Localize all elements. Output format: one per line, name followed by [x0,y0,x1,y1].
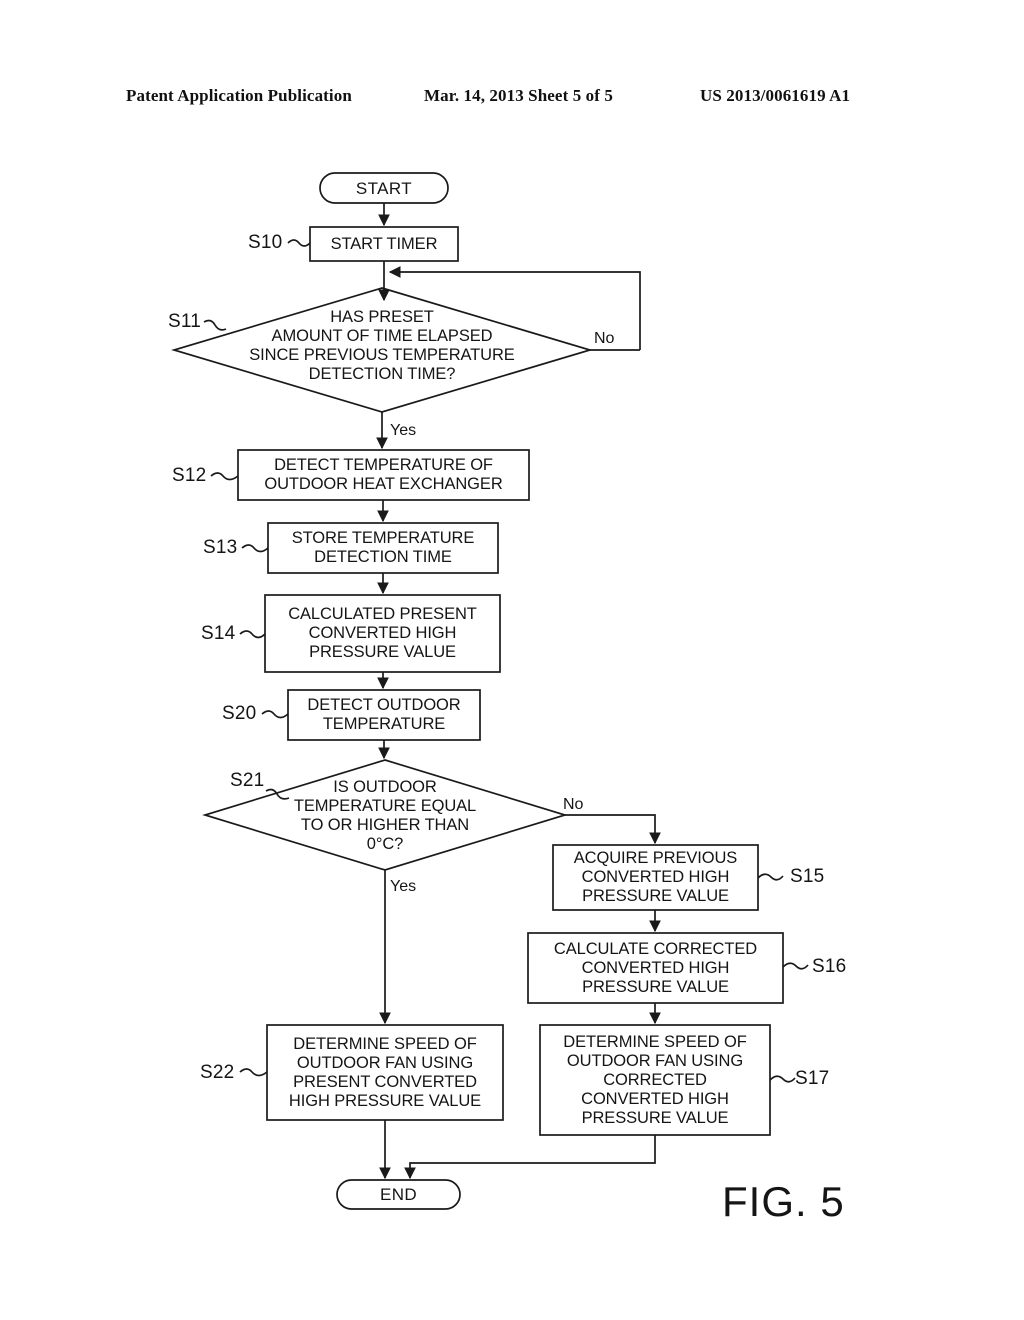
step-ref-s11: S11 [168,311,201,332]
s10-process-shape [309,226,459,262]
s20-process-shape [287,689,481,741]
connector-s17-to-end [404,1135,656,1180]
s11-decision-shape [171,287,593,413]
branch-label-s11-no: No [594,330,615,347]
step-ref-s14: S14 [201,623,236,644]
step-ref-s17: S17 [795,1068,830,1089]
branch-label-s21-yes: Yes [390,878,417,895]
step-ref-s21: S21 [230,770,265,791]
s17-process-shape [539,1024,771,1136]
step-ref-s12: S12 [172,465,207,486]
leader-s15 [757,873,784,881]
leader-s14 [239,630,266,639]
connector-s21-no-to-s15 [565,814,661,845]
step-ref-s20: S20 [222,703,257,724]
leader-s11 [203,319,227,331]
leader-s22 [239,1068,268,1077]
branch-label-s11-yes: Yes [390,422,417,439]
step-ref-s16: S16 [812,956,847,977]
s15-process-shape [552,844,759,911]
s13-process-shape [267,522,499,574]
flowchart-vector-layer [171,172,809,1210]
step-ref-s22: S22 [200,1062,235,1083]
s14-process-shape [264,594,501,673]
flowchart-figure: START START TIMER HAS PRESET AMOUNT OF T… [0,0,1024,1320]
s12-process-shape [237,449,530,501]
step-ref-s15: S15 [790,866,825,887]
leader-s13 [241,544,269,553]
branch-label-s21-no: No [563,796,584,813]
start-terminator-shape [319,172,449,204]
leader-s17 [769,1075,796,1083]
figure-caption: FIG. 5 [722,1178,845,1225]
leader-s16 [782,962,809,970]
leader-s12 [210,472,239,481]
leader-s10 [287,239,311,247]
end-terminator-shape [336,1179,461,1210]
s16-process-shape [527,932,784,1004]
leader-s20 [261,710,289,719]
step-ref-s10: S10 [248,232,283,253]
s22-process-shape [266,1024,504,1121]
step-ref-s13: S13 [203,537,238,558]
